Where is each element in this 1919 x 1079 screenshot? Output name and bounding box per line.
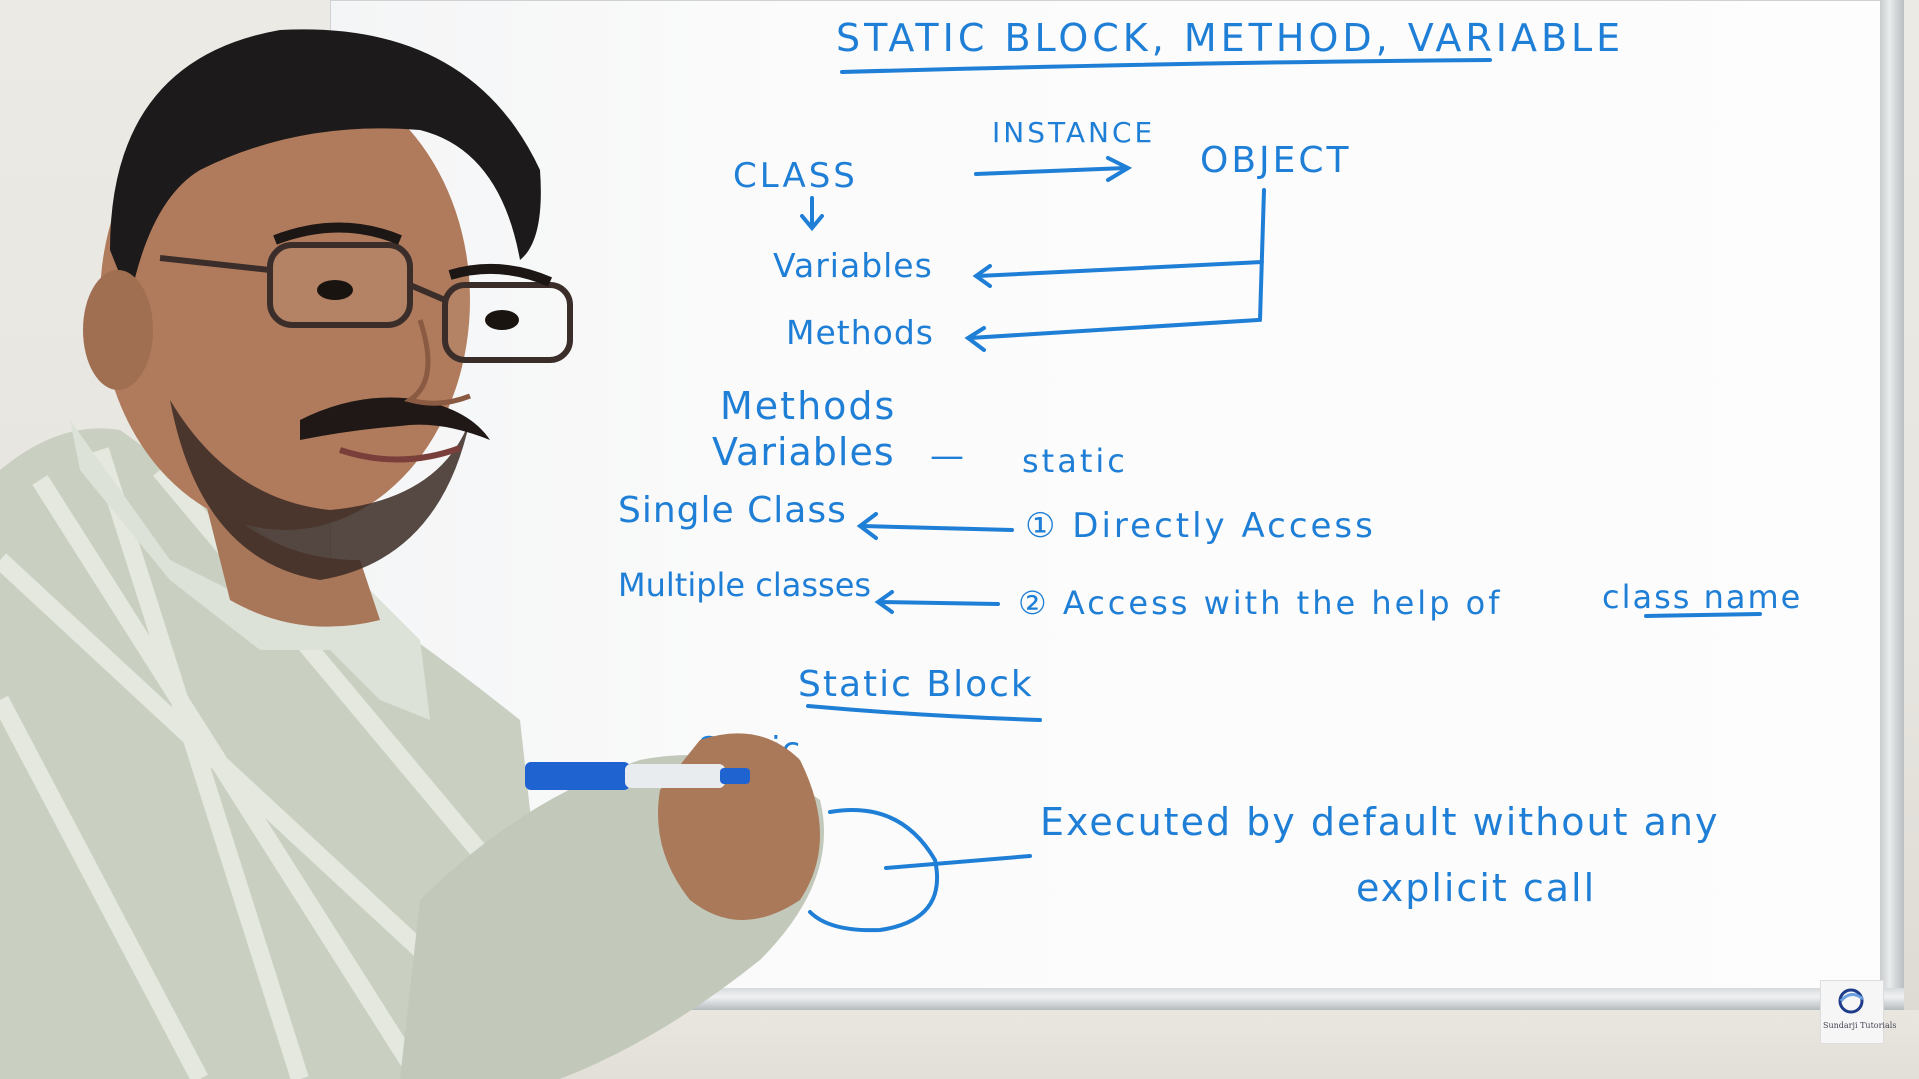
logo-text: Sundarji Tutorials: [1823, 1021, 1897, 1030]
whiteboard-scene: STATIC BLOCK, METHOD, VARIABLE INSTANCE …: [0, 0, 1919, 1079]
presenter-eye-right: [485, 310, 519, 330]
presenter-eye-left: [317, 280, 353, 300]
marker-pen: [525, 762, 750, 790]
presenter-ear: [83, 270, 153, 390]
logo-emblem-icon: [1838, 988, 1864, 1014]
presenter: [0, 29, 824, 1079]
channel-logo: Sundarji Tutorials: [1820, 980, 1896, 1044]
